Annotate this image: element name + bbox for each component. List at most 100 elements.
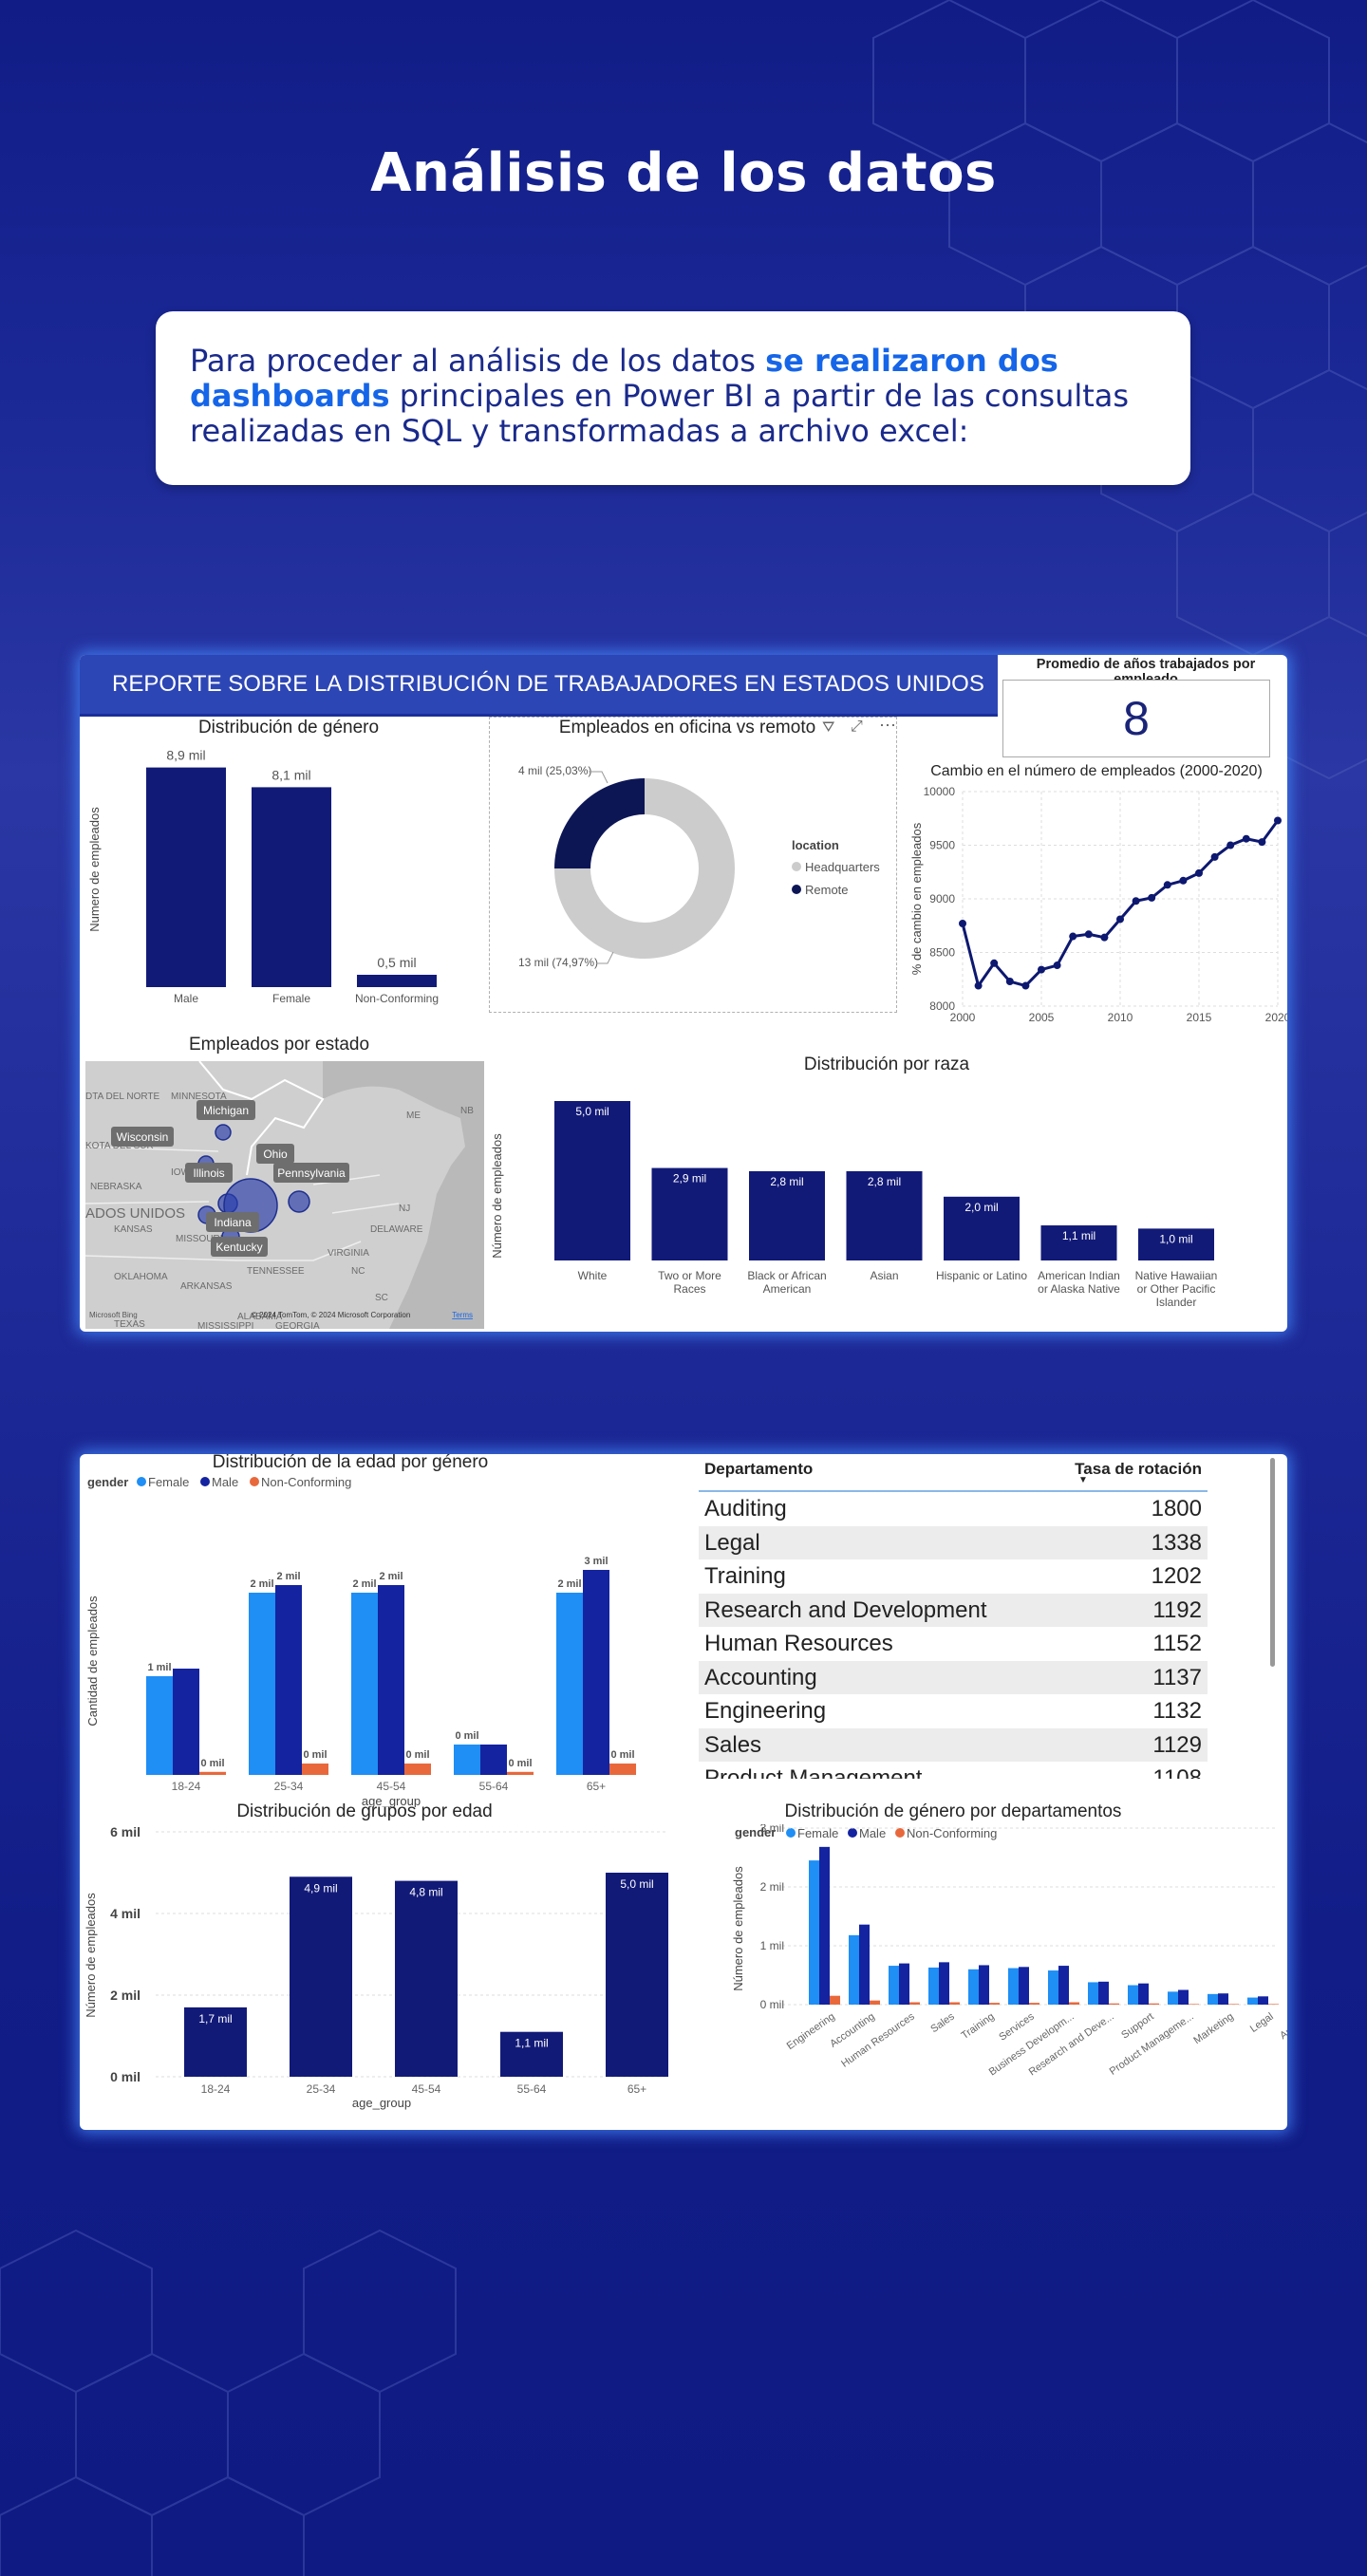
data-point[interactable]	[1038, 965, 1045, 974]
data-point[interactable]	[1179, 876, 1188, 885]
map-label-illinois[interactable]: Illinois	[185, 1163, 233, 1183]
bar-female[interactable]	[849, 1934, 859, 2005]
table-row[interactable]: Legal 1338	[699, 1525, 1208, 1559]
data-point[interactable]	[974, 981, 983, 990]
bar-male[interactable]	[1218, 1993, 1228, 2005]
bar-male[interactable]	[1138, 1983, 1149, 2005]
data-point[interactable]	[1005, 978, 1014, 986]
sort-desc-icon[interactable]: ▼	[1078, 1475, 1088, 1485]
table-header-turnover[interactable]: Tasa de rotación	[1075, 1460, 1202, 1479]
bar-male[interactable]	[979, 1965, 989, 2005]
legend-item[interactable]: Remote	[805, 883, 849, 897]
legend-item[interactable]: Non-Conforming	[261, 1475, 351, 1489]
bar-non-conforming[interactable]	[507, 1771, 534, 1775]
focus-mode-icon[interactable]: ⤢	[851, 719, 863, 736]
bar-male[interactable]	[275, 1585, 302, 1775]
bar-female[interactable]	[556, 1593, 583, 1775]
bar-non-conforming[interactable]	[1149, 2003, 1159, 2005]
bar-age-group[interactable]	[290, 1876, 352, 2077]
bar-non-conforming[interactable]	[357, 975, 437, 987]
bar-non-conforming[interactable]	[1109, 2003, 1119, 2005]
bar-female[interactable]	[351, 1593, 378, 1775]
bar-non-conforming[interactable]	[1228, 2004, 1239, 2005]
data-point[interactable]	[990, 959, 999, 967]
map-label-wisconsin[interactable]: Wisconsin	[111, 1127, 174, 1147]
bar-male[interactable]	[1019, 1967, 1029, 2005]
map-label-pennsylvania[interactable]: Pennsylvania	[273, 1163, 349, 1183]
bar-male[interactable]	[939, 1962, 949, 2005]
legend-item[interactable]: Female	[148, 1475, 189, 1489]
data-point[interactable]	[1084, 930, 1093, 939]
bar-non-conforming[interactable]	[609, 1764, 636, 1775]
bar-female[interactable]	[928, 1967, 939, 2005]
bar-male[interactable]	[378, 1585, 404, 1775]
bar-male[interactable]	[1178, 1989, 1189, 2006]
bar-race[interactable]	[554, 1101, 630, 1260]
bar-non-conforming[interactable]	[909, 2002, 920, 2005]
bar-female[interactable]	[454, 1745, 480, 1775]
more-options-icon[interactable]: ⋯	[879, 716, 896, 736]
bar-male[interactable]	[1098, 1981, 1109, 2005]
map-terms-link[interactable]: Terms	[452, 1311, 473, 1319]
data-point[interactable]	[1258, 838, 1266, 847]
bar-male[interactable]	[859, 1924, 870, 2005]
bar-female[interactable]	[1208, 1993, 1218, 2005]
bar-female[interactable]	[1088, 1982, 1098, 2005]
bar-age-group[interactable]	[395, 1880, 458, 2077]
data-point[interactable]	[1274, 816, 1282, 825]
table-scrollbar[interactable]	[1270, 1458, 1275, 1667]
bar-male[interactable]	[1058, 1966, 1069, 2005]
table-row[interactable]: Sales 1129	[699, 1727, 1208, 1762]
bar-female[interactable]	[809, 1860, 819, 2005]
kpi-card[interactable]: 8	[1002, 680, 1270, 757]
data-point[interactable]	[1242, 834, 1250, 843]
bar-male[interactable]	[899, 1963, 909, 2005]
map-label-indiana[interactable]: Indiana	[206, 1212, 259, 1232]
bar-male[interactable]	[146, 767, 226, 987]
bar-female[interactable]	[1008, 1968, 1019, 2005]
gender-bar-chart[interactable]: Numero de empleados 8,9 mil Male 8,1 mil Fem…	[80, 737, 459, 1012]
bar-male[interactable]	[583, 1570, 609, 1775]
table-row[interactable]: Human Resources 1152	[699, 1627, 1208, 1661]
dept-gender-bar-chart[interactable]: gender Female Male Non-Conforming0 mil1 mil…	[649, 1824, 1287, 2130]
table-row[interactable]: Research and Development 1192	[699, 1593, 1208, 1627]
map-label-ohio[interactable]: Ohio	[256, 1144, 294, 1164]
table-row[interactable]: Accounting 1137	[699, 1660, 1208, 1694]
bar-non-conforming[interactable]	[870, 2000, 880, 2005]
bar-female[interactable]	[1168, 1991, 1178, 2005]
bar-male[interactable]	[480, 1745, 507, 1775]
slice-remote[interactable]	[554, 778, 645, 869]
legend-item[interactable]: Male	[212, 1475, 238, 1489]
bar-non-conforming[interactable]	[1069, 2002, 1079, 2005]
age-by-gender-bar-chart[interactable]: gender Female Male Non-Conforming Cantidad d…	[80, 1471, 649, 1807]
state-bubble[interactable]	[288, 1190, 310, 1213]
map-label-michigan[interactable]: Michigan	[197, 1100, 255, 1120]
bar-non-conforming[interactable]	[302, 1764, 328, 1775]
bar-female[interactable]	[889, 1966, 899, 2005]
data-point[interactable]	[1021, 981, 1030, 990]
data-point[interactable]	[1210, 852, 1219, 861]
bar-non-conforming[interactable]	[1029, 2003, 1039, 2005]
data-point[interactable]	[1132, 897, 1140, 905]
data-point[interactable]	[1227, 841, 1235, 849]
bar-female[interactable]	[1128, 1985, 1138, 2005]
bar-female[interactable]	[1048, 1970, 1058, 2005]
bar-non-conforming[interactable]	[1268, 2004, 1279, 2005]
data-point[interactable]	[1195, 868, 1203, 877]
bar-female[interactable]	[252, 787, 331, 987]
age-groups-bar-chart[interactable]: 0 mil 2 mil 4 mil 6 mil Número de empleados 1…	[80, 1822, 687, 2130]
bar-non-conforming[interactable]	[830, 1995, 840, 2005]
map-label-kentucky[interactable]: Kentucky	[211, 1237, 268, 1257]
table-row[interactable]: Training 1202	[699, 1559, 1208, 1594]
bar-male[interactable]	[173, 1669, 199, 1775]
bar-non-conforming[interactable]	[404, 1764, 431, 1775]
turnover-table[interactable]: Departamento Tasa de rotación ▼ Auditing…	[699, 1454, 1208, 1779]
employee-change-line-chart[interactable]: 8000850090009500100002000 2005 2010 2015 202…	[902, 782, 1287, 1029]
bar-female[interactable]	[1247, 1997, 1258, 2005]
employees-by-state-map[interactable]: DTA DEL NORTEKOTA DEL SURNEBRASKAKANSASO…	[85, 1061, 484, 1329]
data-point[interactable]	[1163, 881, 1171, 889]
bar-female[interactable]	[146, 1676, 173, 1775]
table-row[interactable]: Auditing 1800	[699, 1492, 1208, 1526]
legend-item[interactable]: Headquarters	[805, 860, 880, 874]
bar-female[interactable]	[968, 1969, 979, 2005]
